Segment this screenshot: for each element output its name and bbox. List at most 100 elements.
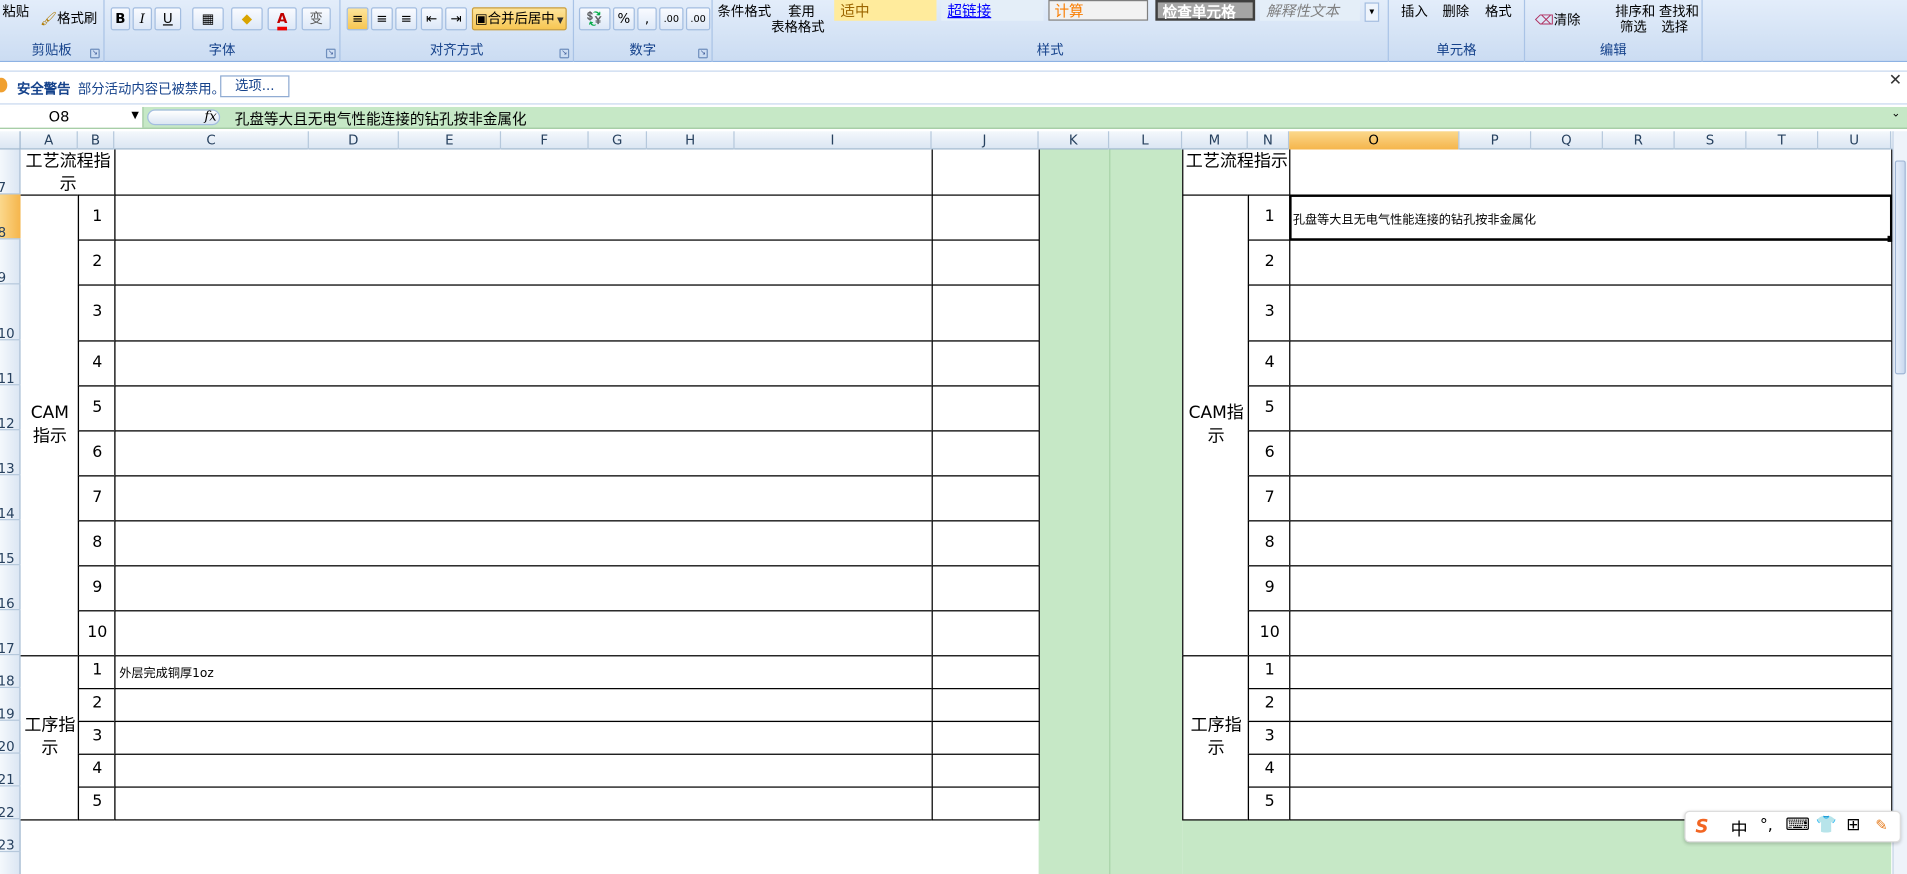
right-cam-content-cell[interactable] <box>1289 565 1893 612</box>
left-step-j-cell[interactable] <box>931 786 1040 821</box>
right-cam-content-cell[interactable] <box>1289 340 1893 387</box>
fx-icon[interactable]: fx <box>204 108 217 124</box>
ime-punctuation[interactable]: °, <box>1760 817 1773 835</box>
right-cam-content-cell[interactable] <box>1289 520 1893 567</box>
left-step-j-cell[interactable] <box>931 753 1040 788</box>
delete-button[interactable]: 删除 <box>1442 1 1469 20</box>
italic-button[interactable]: I <box>132 7 153 31</box>
column-header-q[interactable]: Q <box>1531 131 1603 150</box>
left-step-j-cell[interactable] <box>931 688 1040 723</box>
insert-button[interactable]: 插入 <box>1401 1 1428 20</box>
row-header-13[interactable]: 13 <box>0 430 21 477</box>
skin-icon[interactable]: 👕 <box>1816 816 1837 835</box>
style-neutral[interactable]: 适中 <box>834 0 937 21</box>
format-painter-button[interactable]: 🖌格式刷 <box>40 9 97 28</box>
percent-button[interactable]: % <box>612 7 635 31</box>
bold-button[interactable]: B <box>110 7 131 31</box>
column-header-p[interactable]: P <box>1459 131 1532 150</box>
right-step-content-cell[interactable] <box>1289 753 1893 788</box>
column-header-t[interactable]: T <box>1746 131 1819 150</box>
column-header-h[interactable]: H <box>647 131 735 150</box>
underline-button[interactable]: U <box>154 7 182 31</box>
column-header-j[interactable]: J <box>932 131 1039 150</box>
formula-content[interactable]: 孔盘等大且无电气性能连接的钻孔按非金属化 <box>235 108 527 129</box>
left-step-label-cell[interactable]: 工序指示 <box>20 655 80 821</box>
left-step-content-cell[interactable] <box>114 753 933 788</box>
left-process-j-cell[interactable] <box>931 149 1040 196</box>
left-cam-content-cell[interactable] <box>114 475 933 522</box>
left-process-cell[interactable] <box>114 149 933 196</box>
sogou-logo-icon[interactable]: S <box>1695 816 1708 838</box>
left-step-content-cell[interactable] <box>114 688 933 723</box>
row-header-7[interactable]: 7 <box>0 150 21 196</box>
right-cam-label-cell[interactable]: CAM指示 <box>1182 194 1250 657</box>
left-cam-content-cell[interactable] <box>114 430 933 477</box>
column-header-n[interactable]: N <box>1248 131 1290 150</box>
left-step-num-cell[interactable]: 5 <box>77 786 116 821</box>
fill-color-button[interactable]: ◆ <box>231 7 263 31</box>
row-header-12[interactable]: 12 <box>0 385 21 432</box>
right-cam-num-cell[interactable]: 9 <box>1247 565 1291 612</box>
column-header-b[interactable]: B <box>78 131 115 150</box>
left-cam-j-cell[interactable] <box>931 284 1040 342</box>
left-step-j-cell[interactable] <box>931 655 1040 690</box>
styles-more-icon[interactable]: ▾ <box>1364 2 1380 22</box>
left-cam-num-cell[interactable]: 4 <box>77 340 116 387</box>
font-color-button[interactable]: A <box>267 7 297 31</box>
left-cam-num-cell[interactable]: 3 <box>77 284 116 342</box>
border-button[interactable]: ▦ <box>192 7 224 31</box>
row-header-16[interactable]: 16 <box>0 565 21 611</box>
right-cam-num-cell[interactable]: 10 <box>1247 610 1291 657</box>
left-step-j-cell[interactable] <box>931 720 1040 755</box>
row-header-15[interactable]: 15 <box>0 520 21 566</box>
right-process-label-cell[interactable]: 工艺流程指示 <box>1182 149 1291 196</box>
right-step-num-cell[interactable]: 1 <box>1247 655 1291 690</box>
conditional-format-button[interactable]: 条件格式 <box>718 1 772 20</box>
accounting-format-button[interactable]: 💱 <box>578 7 611 31</box>
left-cam-num-cell[interactable]: 1 <box>77 194 116 241</box>
comma-button[interactable]: , <box>637 7 657 31</box>
right-step-label-cell[interactable]: 工序指示 <box>1182 655 1250 821</box>
right-step-num-cell[interactable]: 5 <box>1247 786 1291 821</box>
row-header-8[interactable]: 8 <box>0 194 21 241</box>
column-header-o[interactable]: O <box>1289 131 1460 150</box>
left-cam-content-cell[interactable] <box>114 385 933 432</box>
left-step-num-cell[interactable]: 3 <box>77 720 116 755</box>
right-step-num-cell[interactable]: 4 <box>1247 753 1291 788</box>
left-process-label-cell[interactable]: 工艺流程指示 <box>20 149 116 196</box>
left-cam-j-cell[interactable] <box>931 194 1040 241</box>
font-launcher-icon[interactable]: ↘ <box>325 48 336 59</box>
left-cam-content-cell[interactable] <box>114 340 933 387</box>
decrease-indent-button[interactable]: ⇤ <box>420 7 443 31</box>
scrollbar-thumb[interactable] <box>1894 160 1906 375</box>
left-cam-label-cell[interactable]: CAM指示 <box>20 194 80 657</box>
left-cam-num-cell[interactable]: 2 <box>77 239 116 286</box>
column-header-e[interactable]: E <box>399 131 502 150</box>
right-step-num-cell[interactable]: 3 <box>1247 720 1291 755</box>
row-header-22[interactable]: 22 <box>0 786 21 821</box>
right-cam-content-cell[interactable] <box>1289 610 1893 657</box>
right-cam-num-cell[interactable]: 2 <box>1247 239 1291 286</box>
left-cam-num-cell[interactable]: 9 <box>77 565 116 612</box>
left-cam-j-cell[interactable] <box>931 610 1040 657</box>
right-cam-content-cell[interactable] <box>1289 385 1893 432</box>
style-check-cell[interactable]: 检查单元格 <box>1155 0 1256 21</box>
left-step-content-cell[interactable] <box>114 786 933 821</box>
name-box[interactable]: O8 ▼ <box>0 106 144 128</box>
align-left-button[interactable]: ≡ <box>346 7 369 31</box>
security-options-button[interactable]: 选项... <box>220 75 290 98</box>
number-launcher-icon[interactable]: ↘ <box>698 48 708 59</box>
style-explanatory[interactable]: 解释性文本 <box>1259 0 1360 21</box>
row-header-17[interactable]: 17 <box>0 610 21 656</box>
right-cam-num-cell[interactable]: 8 <box>1247 520 1291 567</box>
column-header-c[interactable]: C <box>114 131 309 150</box>
expand-formula-icon[interactable]: ⌄ <box>1891 108 1900 120</box>
right-cam-num-cell[interactable]: 5 <box>1247 385 1291 432</box>
increase-indent-button[interactable]: ⇥ <box>445 7 468 31</box>
right-step-num-cell[interactable]: 2 <box>1247 688 1291 723</box>
row-header-11[interactable]: 11 <box>0 340 21 387</box>
tool-icon[interactable]: ✎ <box>1875 817 1887 834</box>
vertical-scrollbar[interactable] <box>1892 131 1907 874</box>
style-calculation[interactable]: 计算 <box>1048 0 1149 21</box>
right-step-content-cell[interactable] <box>1289 688 1893 723</box>
